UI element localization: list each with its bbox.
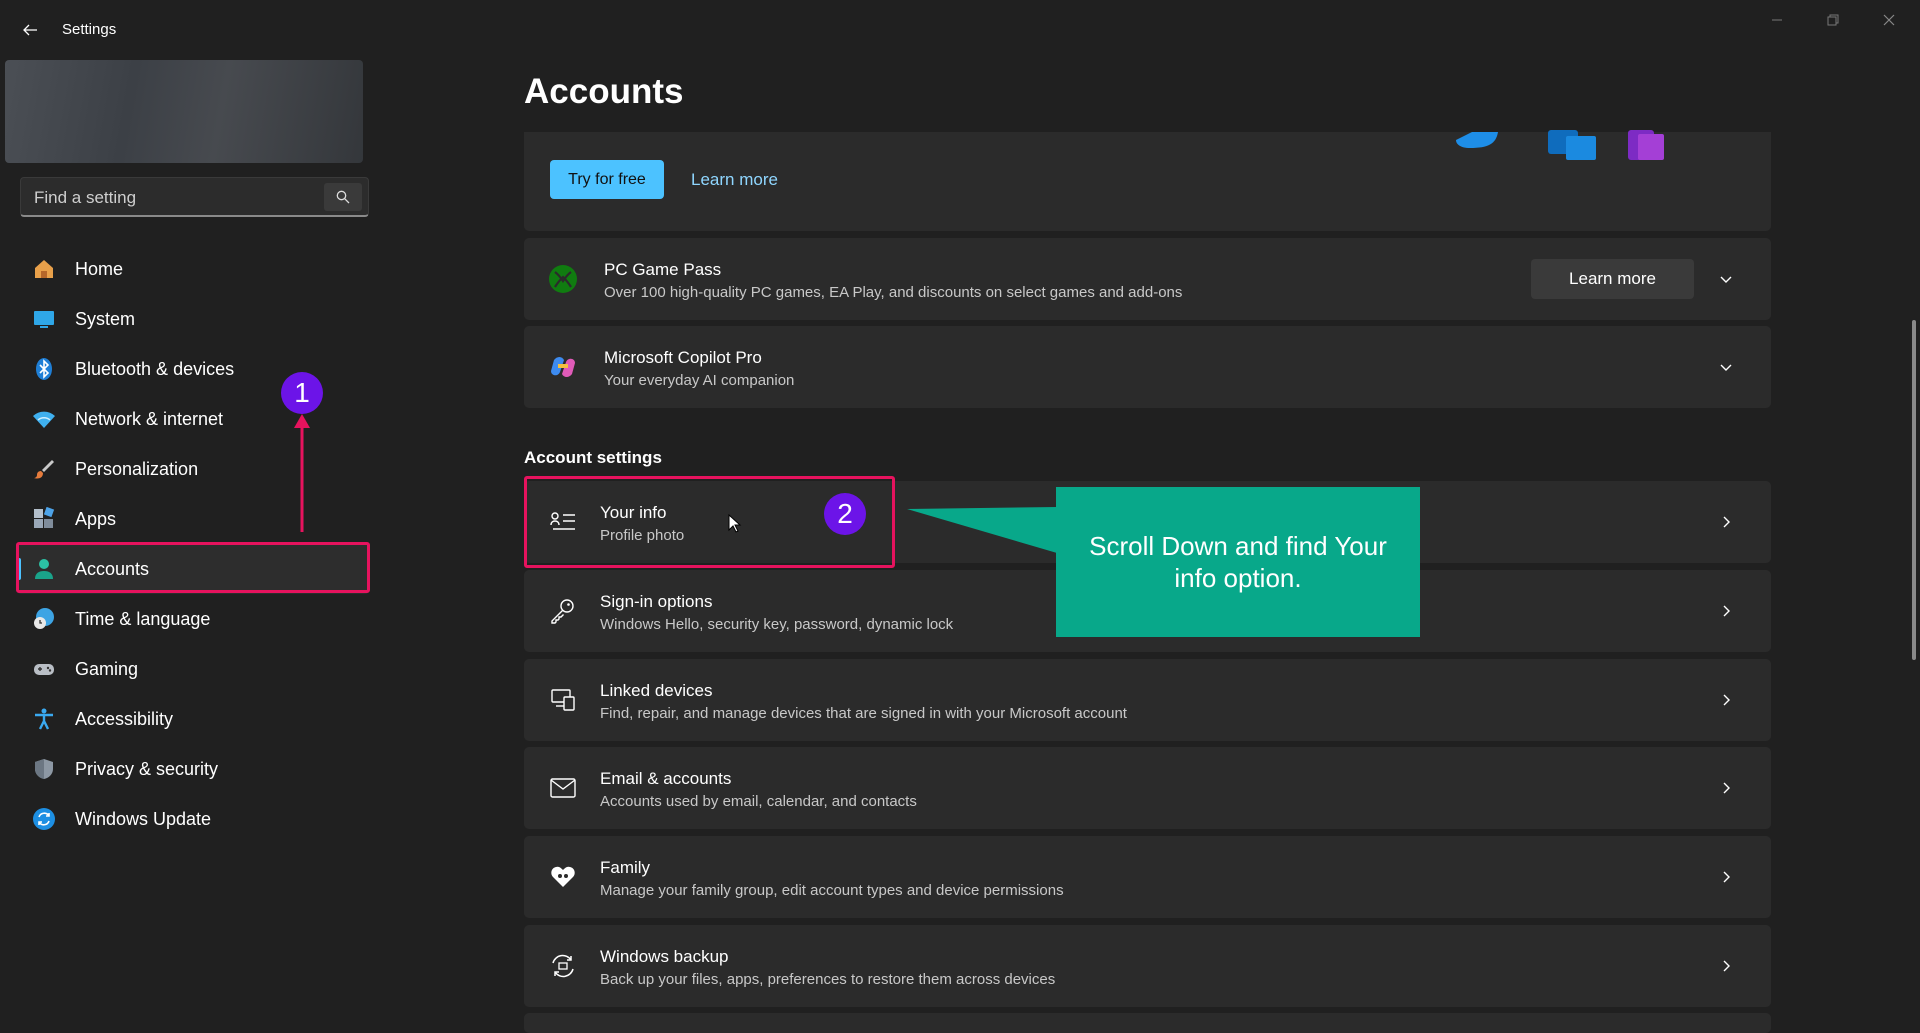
family-heart-icon: [548, 862, 578, 892]
sidebar-item-label: Bluetooth & devices: [75, 358, 235, 379]
chevron-right-icon: [1717, 602, 1735, 620]
xbox-icon: [548, 264, 578, 294]
sidebar-item-label: System: [75, 308, 136, 329]
close-button[interactable]: [1866, 8, 1912, 32]
sidebar-item-label: Windows Update: [75, 808, 212, 829]
copilot-pro-card[interactable]: Microsoft Copilot Pro Your everyday AI c…: [524, 326, 1771, 408]
key-icon: [548, 596, 578, 626]
chevron-right-icon: [1717, 513, 1735, 531]
linked-devices-icon: [548, 685, 578, 715]
chevron-right-icon: [1717, 779, 1735, 797]
sidebar-item-label: Gaming: [75, 658, 139, 679]
sidebar-item-label: Accessibility: [75, 708, 174, 729]
accessibility-icon: [31, 706, 57, 732]
windows-backup-row[interactable]: Windows backup Back up your files, apps,…: [524, 925, 1771, 1007]
update-icon: [31, 806, 57, 832]
copilot-icon: [548, 352, 578, 382]
close-icon: [1883, 14, 1895, 26]
chevron-right-icon: [1717, 868, 1735, 886]
home-icon: [31, 256, 57, 282]
scrollbar-thumb[interactable]: [1912, 320, 1916, 660]
search-icon: [336, 190, 350, 204]
sidebar-item-personalization[interactable]: Personalization: [17, 444, 369, 494]
office-apps-icon: [1456, 130, 1664, 160]
page-title: Accounts: [524, 72, 684, 111]
instruction-callout: Scroll Down and find Your info option.: [1056, 487, 1420, 637]
sidebar-item-windows-update[interactable]: Windows Update: [17, 794, 369, 844]
apps-icon: [31, 506, 57, 532]
back-button[interactable]: [18, 16, 42, 44]
learn-more-link[interactable]: Learn more: [691, 170, 778, 190]
section-header: Account settings: [524, 448, 662, 467]
row-subtitle: Manage your family group, edit account t…: [600, 882, 1064, 899]
family-row[interactable]: Family Manage your family group, edit ac…: [524, 836, 1771, 918]
sidebar-item-label: Network & internet: [75, 408, 224, 429]
accounts-highlight-box: [16, 542, 370, 593]
sidebar-item-gaming[interactable]: Gaming: [17, 644, 369, 694]
row-subtitle: Back up your files, apps, preferences to…: [600, 971, 1056, 988]
card-subtitle: Your everyday AI companion: [604, 372, 795, 389]
row-subtitle: Accounts used by email, calendar, and co…: [600, 793, 917, 810]
system-icon: [31, 306, 57, 332]
sidebar-item-apps[interactable]: Apps: [17, 494, 369, 544]
sidebar-item-label: Home: [75, 258, 124, 279]
card-subtitle: Over 100 high-quality PC games, EA Play,…: [604, 284, 1183, 301]
step-2-badge: 2: [824, 493, 866, 535]
sidebar-item-accessibility[interactable]: Accessibility: [17, 694, 369, 744]
search-input[interactable]: Find a setting: [34, 188, 136, 208]
sidebar-item-label: Privacy & security: [75, 758, 219, 779]
profile-card[interactable]: [5, 60, 363, 163]
arrow-up-annotation: [294, 414, 310, 532]
card-title: PC Game Pass: [604, 260, 722, 279]
microsoft365-promo-card: Try for free Learn more: [524, 130, 1771, 231]
mail-icon: [548, 773, 578, 803]
gamepad-icon: [31, 656, 57, 682]
wifi-icon: [31, 406, 57, 432]
app-title: Settings: [62, 21, 117, 38]
linked-devices-row[interactable]: Linked devices Find, repair, and manage …: [524, 659, 1771, 741]
chevron-right-icon: [1717, 691, 1735, 709]
sidebar-item-label: Time & language: [75, 608, 211, 629]
card-title: Microsoft Copilot Pro: [604, 348, 762, 367]
chevron-down-icon[interactable]: [1717, 270, 1735, 288]
sidebar-item-system[interactable]: System: [17, 294, 369, 344]
minimize-button[interactable]: [1754, 8, 1800, 32]
row-subtitle: Find, repair, and manage devices that ar…: [600, 705, 1127, 722]
try-for-free-button[interactable]: Try for free: [550, 160, 664, 199]
mouse-cursor-icon: [728, 514, 742, 533]
game-pass-learn-more-button[interactable]: Learn more: [1531, 259, 1694, 299]
step-1-badge: 1: [281, 372, 323, 414]
chevron-down-icon[interactable]: [1717, 358, 1735, 376]
row-subtitle: Windows Hello, security key, password, d…: [600, 616, 954, 633]
chevron-right-icon: [1717, 957, 1735, 975]
callout-pointer: [907, 507, 1057, 553]
sidebar-item-privacy[interactable]: Privacy & security: [17, 744, 369, 794]
brush-icon: [31, 456, 57, 482]
row-title: Sign-in options: [600, 592, 713, 611]
row-title: Linked devices: [600, 681, 713, 700]
bluetooth-icon: [31, 356, 57, 382]
title-bar: Settings: [0, 0, 1920, 60]
row-title: Windows backup: [600, 947, 729, 966]
backup-icon: [548, 951, 578, 981]
back-arrow-icon: [23, 24, 37, 36]
minimize-icon: [1772, 19, 1782, 21]
search-field[interactable]: Find a setting: [20, 177, 369, 217]
globe-clock-icon: [31, 606, 57, 632]
shield-icon: [31, 756, 57, 782]
pc-game-pass-card[interactable]: PC Game Pass Over 100 high-quality PC ga…: [524, 238, 1771, 320]
sidebar-item-label: Personalization: [75, 458, 199, 479]
email-accounts-row[interactable]: Email & accounts Accounts used by email,…: [524, 747, 1771, 829]
next-row-partial[interactable]: [524, 1013, 1771, 1033]
restore-button[interactable]: [1810, 8, 1856, 32]
row-title: Email & accounts: [600, 769, 732, 788]
restore-icon: [1827, 14, 1839, 26]
sidebar-item-label: Apps: [75, 508, 117, 529]
row-title: Family: [600, 858, 651, 877]
sidebar-item-home[interactable]: Home: [17, 244, 369, 294]
search-button[interactable]: [324, 183, 362, 211]
sidebar-item-time-language[interactable]: Time & language: [17, 594, 369, 644]
